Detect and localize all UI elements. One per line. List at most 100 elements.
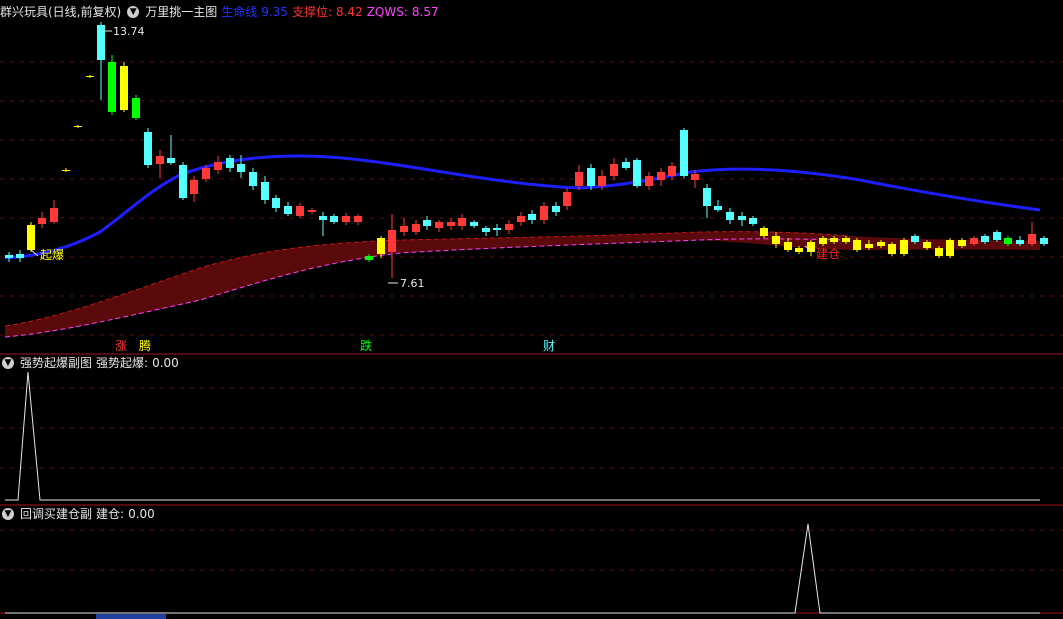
low-marker: 7.61: [388, 277, 425, 290]
sub2-value-label: 建仓:: [96, 507, 125, 521]
candle-body: [540, 206, 548, 220]
candle-body: [505, 224, 513, 230]
candle-body: [202, 168, 210, 179]
candle-body: [493, 228, 501, 230]
candle-body: [517, 216, 525, 222]
candle-body: [284, 206, 292, 214]
candle-body: [819, 238, 827, 244]
candle-body: [365, 256, 373, 260]
candle-body: [877, 242, 885, 246]
candle-body: [423, 220, 431, 226]
candle-body: [1016, 240, 1024, 244]
low-price-label: 7.61: [400, 277, 425, 290]
candle-body: [633, 160, 641, 186]
candle-body: [563, 192, 571, 206]
candle-body: [853, 240, 861, 250]
candle-body: [108, 62, 116, 112]
candle-body: [772, 236, 780, 244]
candle-body: [354, 216, 362, 222]
tag-zhang: 涨: [115, 338, 127, 353]
candle-body: [911, 236, 919, 242]
date-cursor-bar[interactable]: [96, 614, 166, 619]
candle-body: [5, 255, 13, 258]
sub1-value-label: 强势起爆:: [96, 356, 149, 370]
candle-body: [74, 126, 82, 127]
candle-body: [935, 248, 943, 256]
chevron-down-icon[interactable]: ▼: [2, 508, 14, 520]
candle-body: [447, 222, 455, 226]
candle-body: [900, 240, 908, 254]
candle-body: [657, 172, 665, 180]
candle-body: [842, 238, 850, 242]
support-value: 8.42: [335, 5, 363, 19]
tag-cai: 财: [543, 339, 555, 353]
candle-body: [167, 158, 175, 163]
main-indicator-name[interactable]: 万里挑一主图: [145, 3, 217, 21]
chevron-down-icon[interactable]: ▼: [2, 357, 14, 369]
candle-body: [179, 165, 187, 198]
candle-body: [400, 226, 408, 232]
candle-body: [458, 218, 466, 226]
tag-die: 跌: [360, 338, 372, 353]
candle-body: [645, 176, 653, 186]
candle-body: [993, 232, 1001, 240]
candle-body: [156, 156, 164, 164]
life-line-value: 9.35: [261, 5, 288, 19]
sub2-signal-line: [5, 523, 1040, 614]
candle-body: [528, 214, 536, 220]
sub1-header: ▼ 强势起爆副图 强势起爆: 0.00: [0, 354, 179, 372]
candle-body: [1028, 234, 1036, 244]
candle-body: [610, 164, 618, 176]
candle-body: [703, 188, 711, 206]
high-marker: 13.74: [103, 25, 145, 38]
candle-body: [144, 132, 152, 165]
sub-gridlines: [0, 387, 1063, 571]
candle-body: [97, 25, 105, 60]
candle-body: [272, 198, 280, 208]
high-price-label: 13.74: [113, 25, 145, 38]
candle-body: [237, 164, 245, 172]
candle-body: [377, 238, 385, 254]
chart-canvas[interactable]: 13.74 7.61 起爆 建仓 涨 腾 跌 财: [0, 0, 1063, 619]
sub1-value: 0.00: [152, 356, 179, 370]
candle-body: [249, 172, 257, 186]
candle-body: [1004, 238, 1012, 244]
candle-body: [981, 236, 989, 242]
candle-body: [795, 248, 803, 252]
candle-body: [575, 172, 583, 186]
candle-body: [946, 240, 954, 256]
candle-body: [923, 242, 931, 248]
life-line-label: 生命线: [221, 5, 258, 19]
candle-body: [120, 66, 128, 110]
chevron-down-icon[interactable]: ▼: [127, 6, 140, 18]
sub2-indicator-name[interactable]: 回调买建仓副: [20, 505, 92, 523]
candle-body: [958, 240, 966, 246]
candle-body: [50, 208, 58, 222]
candle-body: [308, 210, 316, 212]
support-band: [5, 231, 1040, 337]
candle-body: [296, 206, 304, 216]
candle-body: [27, 225, 35, 250]
candle-body: [865, 244, 873, 248]
candle-body: [388, 230, 396, 252]
sub1-signal-line: [5, 371, 1040, 501]
support-label: 支撑位:: [291, 5, 332, 19]
candle-body: [749, 218, 757, 224]
candle-body: [970, 238, 978, 244]
support-line: [4, 238, 851, 338]
candle-body: [552, 206, 560, 212]
candle-body: [214, 162, 222, 170]
stock-title[interactable]: 群兴玩具(日线,前复权): [0, 3, 121, 21]
candle-body: [830, 238, 838, 242]
candle-body: [668, 166, 676, 176]
candle-body: [714, 206, 722, 210]
candle-body: [587, 168, 595, 186]
candle-body: [226, 158, 234, 168]
candle-body: [738, 216, 746, 220]
candle-body: [598, 176, 606, 186]
candle-body: [132, 98, 140, 118]
candle-body: [62, 170, 70, 171]
candle-body: [470, 222, 478, 226]
sub1-indicator-name[interactable]: 强势起爆副图: [20, 354, 92, 372]
main-header: 群兴玩具(日线,前复权) ▼ 万里挑一主图 生命线 9.35 支撑位: 8.42…: [0, 3, 439, 21]
